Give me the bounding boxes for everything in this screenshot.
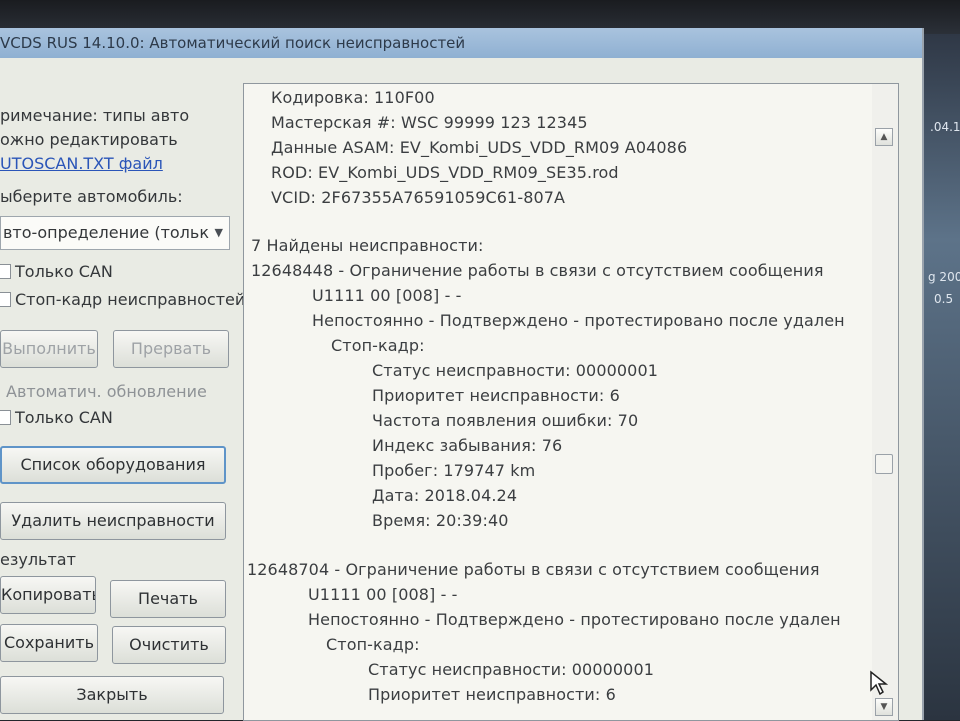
only-can-label-2: Только CAN — [15, 408, 113, 427]
checkbox-icon[interactable] — [0, 264, 11, 279]
autoscan-window: VCDS RUS 14.10.0: Автоматический поиск н… — [0, 28, 924, 721]
result-line: Статус неисправности: 00000001 — [372, 361, 658, 380]
desktop-text: .04.1 — [930, 120, 960, 134]
result-line: 7 Найдены неисправности: — [251, 236, 484, 255]
only-can-checkbox-2[interactable]: Только CAN — [0, 408, 113, 427]
result-line: Данные ASAM: EV_Kombi_UDS_VDD_RM09 A0408… — [271, 138, 688, 157]
checkbox-icon[interactable] — [0, 292, 11, 307]
result-line: Непостоянно - Подтверждено - протестиров… — [308, 610, 841, 629]
result-line: U1111 00 [008] - - — [312, 286, 462, 305]
result-line: Приоритет неисправности: 6 — [368, 685, 616, 704]
dropdown-arrow-icon[interactable]: ▼ — [215, 217, 223, 249]
result-line: Статус неисправности: 00000001 — [368, 660, 654, 679]
only-can-label: Только CAN — [15, 262, 113, 281]
mouse-cursor-icon — [870, 670, 889, 696]
result-line: Пробег: 179747 km — [372, 461, 536, 480]
result-line: Частота появления ошибки: 70 — [372, 411, 639, 430]
desktop-background: .04.1 g 200 0.5 — [924, 34, 960, 720]
car-type-combo[interactable]: вто-определение (тольк ▼ — [0, 216, 230, 250]
result-label: езультат — [0, 550, 76, 569]
vertical-scrollbar[interactable]: ▲ ▼ — [872, 84, 898, 720]
save-button[interactable]: Сохранить — [0, 624, 98, 662]
freeze-frame-checkbox[interactable]: Стоп-кадр неисправностей — [0, 290, 245, 309]
run-button[interactable]: Выполнить — [0, 330, 98, 368]
result-line: U1111 00 [008] - - — [308, 585, 458, 604]
scan-results-textbox[interactable]: Кодировка: 110F00 Мастерская #: WSC 9999… — [243, 83, 899, 721]
result-line: Кодировка: 110F00 — [271, 88, 435, 107]
note-line-2: ожно редактировать — [0, 130, 178, 149]
scan-results-text: Кодировка: 110F00 Мастерская #: WSC 9999… — [244, 84, 870, 720]
result-line: Дата: 2018.04.24 — [372, 486, 518, 505]
note-line-1: римечание: типы авто — [0, 106, 190, 125]
print-button[interactable]: Печать — [110, 580, 226, 618]
window-title: VCDS RUS 14.10.0: Автоматический поиск н… — [0, 34, 466, 52]
delete-faults-button[interactable]: Удалить неисправности — [0, 502, 226, 540]
copy-button[interactable]: Копировать — [0, 576, 96, 614]
desktop-text: g 200 — [928, 270, 960, 284]
result-line: Время: 20:39:40 — [372, 511, 509, 530]
scroll-up-icon[interactable]: ▲ — [875, 128, 893, 146]
scroll-down-icon[interactable]: ▼ — [875, 698, 893, 716]
abort-button[interactable]: Прервать — [113, 330, 229, 368]
result-line: Индекс забывания: 76 — [372, 436, 563, 455]
clear-button[interactable]: Очистить — [112, 626, 226, 664]
checkbox-icon[interactable] — [0, 410, 11, 425]
equipment-list-button[interactable]: Список оборудования — [0, 446, 226, 484]
control-panel: римечание: типы авто ожно редактировать … — [0, 58, 245, 720]
window-titlebar[interactable]: VCDS RUS 14.10.0: Автоматический поиск н… — [0, 28, 922, 58]
autoscan-file-link[interactable]: UTOSCAN.TXT файл — [0, 154, 163, 173]
result-line: Мастерская #: WSC 99999 123 12345 — [271, 113, 588, 132]
auto-update-label: Автоматич. обновление — [6, 382, 207, 401]
result-line: 12648448 - Ограничение работы в связи с … — [251, 261, 824, 280]
result-line: ROD: EV_Kombi_UDS_VDD_RM09_SE35.rod — [271, 163, 619, 182]
result-line: 12648704 - Ограничение работы в связи с … — [247, 560, 820, 579]
select-car-label: ыберите автомобиль: — [0, 187, 183, 206]
result-line: VCID: 2F67355A76591059C61-807A — [271, 188, 566, 207]
desktop-text: 0.5 — [934, 292, 954, 306]
result-line: Приоритет неисправности: 6 — [372, 386, 620, 405]
car-type-combo-value: вто-определение (тольк — [3, 223, 209, 242]
close-button[interactable]: Закрыть — [0, 676, 224, 714]
only-can-checkbox[interactable]: Только CAN — [0, 262, 113, 281]
result-line: Стоп-кадр: — [331, 336, 425, 355]
scroll-thumb[interactable] — [875, 454, 893, 474]
result-line: Стоп-кадр: — [326, 635, 420, 654]
freeze-frame-label: Стоп-кадр неисправностей — [15, 290, 246, 309]
result-line: Непостоянно - Подтверждено - протестиров… — [312, 311, 845, 330]
